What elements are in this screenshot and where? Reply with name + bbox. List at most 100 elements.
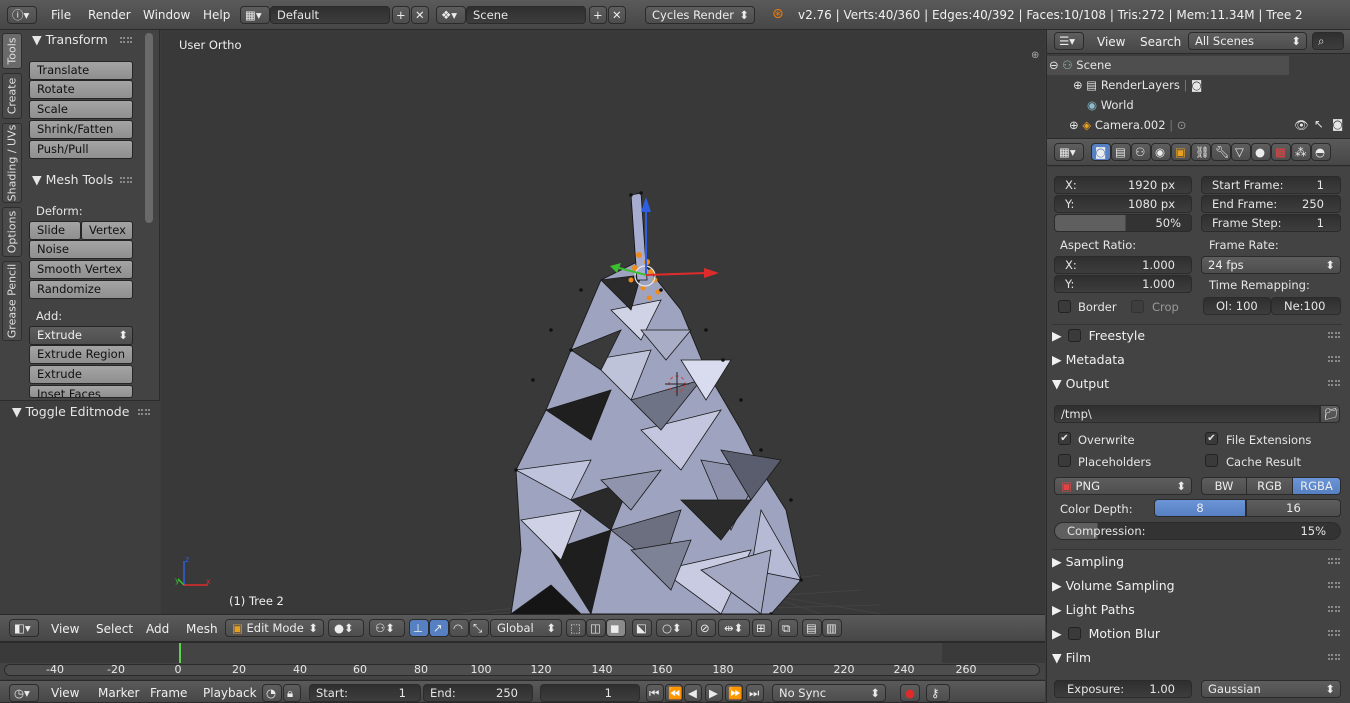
output-panel-grip[interactable]	[1328, 380, 1340, 386]
outliner-item-world[interactable]: ◉ World	[1087, 98, 1134, 112]
menu-window[interactable]: Window	[143, 8, 190, 22]
mode-select[interactable]: ▣ Edit Mode ⬍	[225, 619, 324, 637]
renderability-camera-icon[interactable]: ◙	[1332, 117, 1343, 131]
outliner-filter-select[interactable]: All Scenes ⬍	[1188, 32, 1307, 50]
outliner-item-camera[interactable]: ⊕ ◈ Camera.002 | ⊙	[1069, 118, 1186, 132]
motion-blur-panel-grip[interactable]	[1328, 630, 1340, 636]
timeline-current-frame-marker[interactable]	[179, 643, 181, 663]
noise-button[interactable]: Noise	[29, 240, 133, 259]
jump-keyframe-forward-icon[interactable]: ⏩	[725, 684, 743, 702]
keying-set-icon[interactable]: ⚷	[926, 684, 950, 702]
menu-file[interactable]: File	[51, 8, 71, 22]
mesh-tools-panel-grip[interactable]	[120, 177, 132, 183]
sampling-panel-header[interactable]: ▶ Sampling	[1052, 552, 1342, 572]
view3d-menu-view[interactable]: View	[51, 622, 79, 636]
scale-button[interactable]: Scale	[29, 100, 133, 119]
film-panel-grip[interactable]	[1328, 654, 1340, 660]
manipulator-toggle[interactable]: ⊥	[409, 619, 429, 637]
scale-manipulator-icon[interactable]: ⤡	[469, 619, 489, 637]
metadata-panel-header[interactable]: ▶ Metadata	[1052, 350, 1342, 370]
placeholders-checkbox[interactable]	[1058, 454, 1071, 467]
jump-keyframe-back-icon[interactable]: ⏪	[665, 684, 683, 702]
push-pull-button[interactable]: Push/Pull	[29, 140, 133, 159]
tab-tools[interactable]: Tools	[2, 33, 22, 69]
aspect-x-field[interactable]: X: 1.000	[1054, 256, 1192, 274]
current-frame-field[interactable]: 1	[540, 684, 640, 702]
output-path-field[interactable]: /tmp\	[1054, 405, 1320, 423]
extrude-region-button[interactable]: Extrude Region	[29, 345, 133, 364]
cache-result-checkbox[interactable]	[1205, 454, 1218, 467]
renderlayer-context-tab-icon[interactable]: ▤	[1111, 143, 1131, 161]
view3d-menu-select[interactable]: Select	[96, 622, 133, 636]
timeline-menu-frame[interactable]: Frame	[150, 686, 187, 700]
constraints-context-tab-icon[interactable]: ⛓	[1191, 143, 1211, 161]
operator-panel-grip[interactable]	[138, 409, 150, 415]
timeline-menu-playback[interactable]: Playback	[203, 686, 257, 700]
jump-end-icon[interactable]: ⏭	[746, 684, 764, 702]
edge-select-mode-icon[interactable]: ◫	[586, 619, 606, 637]
time-remap-new-field[interactable]: Ne:100	[1271, 297, 1341, 315]
outliner-search-icon[interactable]: ⌕	[1312, 32, 1344, 50]
preview-range-icon[interactable]: ◔	[262, 684, 282, 702]
compression-slider[interactable]: Compression: 15%	[1054, 522, 1341, 540]
volume-sampling-panel-grip[interactable]	[1328, 582, 1340, 588]
texture-context-tab-icon[interactable]: ▩	[1271, 143, 1291, 161]
rotate-button[interactable]: Rotate	[29, 80, 133, 99]
add-scene-button[interactable]: +	[589, 6, 607, 24]
overwrite-checkbox[interactable]: ✔	[1058, 432, 1071, 445]
rotate-manipulator-icon[interactable]: ◠	[449, 619, 469, 637]
translate-button[interactable]: Translate	[29, 61, 133, 80]
motion-blur-panel-header[interactable]: ▶ Motion Blur	[1052, 624, 1342, 644]
selectability-cursor-icon[interactable]: ↖	[1314, 117, 1324, 131]
editor-type-outliner-button[interactable]: ☰▾	[1054, 32, 1084, 50]
outliner-menu-search[interactable]: Search	[1140, 35, 1181, 49]
frame-step-field[interactable]: Frame Step: 1	[1201, 214, 1341, 232]
time-remap-old-field[interactable]: Ol: 100	[1203, 297, 1271, 315]
render-image-icon[interactable]: ▤	[802, 619, 822, 637]
outliner-menu-view[interactable]: View	[1097, 35, 1125, 49]
vertex-slide-button[interactable]: Vertex	[81, 221, 133, 240]
resolution-y-field[interactable]: Y: 1080 px	[1054, 195, 1192, 213]
frame-rate-select[interactable]: 24 fps ⬍	[1201, 256, 1341, 274]
shrink-fatten-button[interactable]: Shrink/Fatten	[29, 120, 133, 139]
freestyle-checkbox[interactable]	[1067, 329, 1081, 342]
tool-shelf-scrollbar[interactable]	[145, 33, 153, 223]
snap-target-icon[interactable]: ⊞	[752, 619, 772, 637]
record-icon[interactable]: ●	[900, 684, 920, 702]
data-context-tab-icon[interactable]: ▽	[1231, 143, 1251, 161]
lock-range-icon[interactable]: 🔒︎	[283, 684, 301, 702]
border-checkbox[interactable]	[1058, 300, 1071, 313]
tab-grease-pencil[interactable]: Grease Pencil	[2, 261, 22, 341]
scene-icon[interactable]: ❖▾	[436, 6, 466, 24]
file-format-select[interactable]: ▣ PNG ⬍	[1054, 477, 1192, 495]
editor-type-3d-button[interactable]: ◧▾	[9, 619, 39, 637]
sampling-panel-grip[interactable]	[1328, 558, 1340, 564]
render-engine-select[interactable]: Cycles Render ⬍	[645, 6, 755, 24]
output-panel-header[interactable]: ▼ Output	[1052, 374, 1342, 394]
timeline-menu-view[interactable]: View	[51, 686, 79, 700]
resolution-x-field[interactable]: X: 1920 px	[1054, 176, 1192, 194]
delete-screen-button[interactable]: ✕	[411, 6, 429, 24]
modifiers-context-tab-icon[interactable]: 🔧︎	[1211, 143, 1231, 161]
color-depth-16-button[interactable]: 16	[1246, 499, 1341, 517]
editor-type-info-button[interactable]: ⓘ▾	[7, 6, 37, 24]
menu-render[interactable]: Render	[88, 8, 131, 22]
light-paths-panel-header[interactable]: ▶ Light Paths	[1052, 600, 1342, 620]
copy-layer-icon[interactable]: ⧉	[778, 619, 798, 637]
render-context-tab-icon[interactable]: ◙	[1091, 143, 1111, 161]
start-frame-prop-field[interactable]: Start Frame: 1	[1201, 176, 1341, 194]
operator-panel-title[interactable]: ▼ Toggle Editmode	[12, 404, 129, 419]
color-depth-8-button[interactable]: 8	[1154, 499, 1246, 517]
extrude-select[interactable]: Extrude ⬍	[29, 326, 133, 345]
snap-element-select[interactable]: ⇹⬍	[718, 619, 750, 637]
mesh-tools-panel-title[interactable]: ▼ Mesh Tools	[32, 172, 113, 187]
scene-field[interactable]: Scene	[466, 6, 586, 24]
randomize-button[interactable]: Randomize	[29, 280, 133, 299]
pixel-filter-select[interactable]: Gaussian ⬍	[1201, 680, 1341, 698]
smooth-vertex-button[interactable]: Smooth Vertex	[29, 260, 133, 279]
outliner-item-scene[interactable]: ⊖ ⚇ Scene	[1049, 58, 1111, 72]
extrude-individual-button[interactable]: Extrude Individual	[29, 365, 133, 398]
delete-scene-button[interactable]: ✕	[608, 6, 626, 24]
crop-checkbox[interactable]	[1131, 300, 1144, 313]
translate-manipulator-icon[interactable]: ↗	[429, 619, 449, 637]
